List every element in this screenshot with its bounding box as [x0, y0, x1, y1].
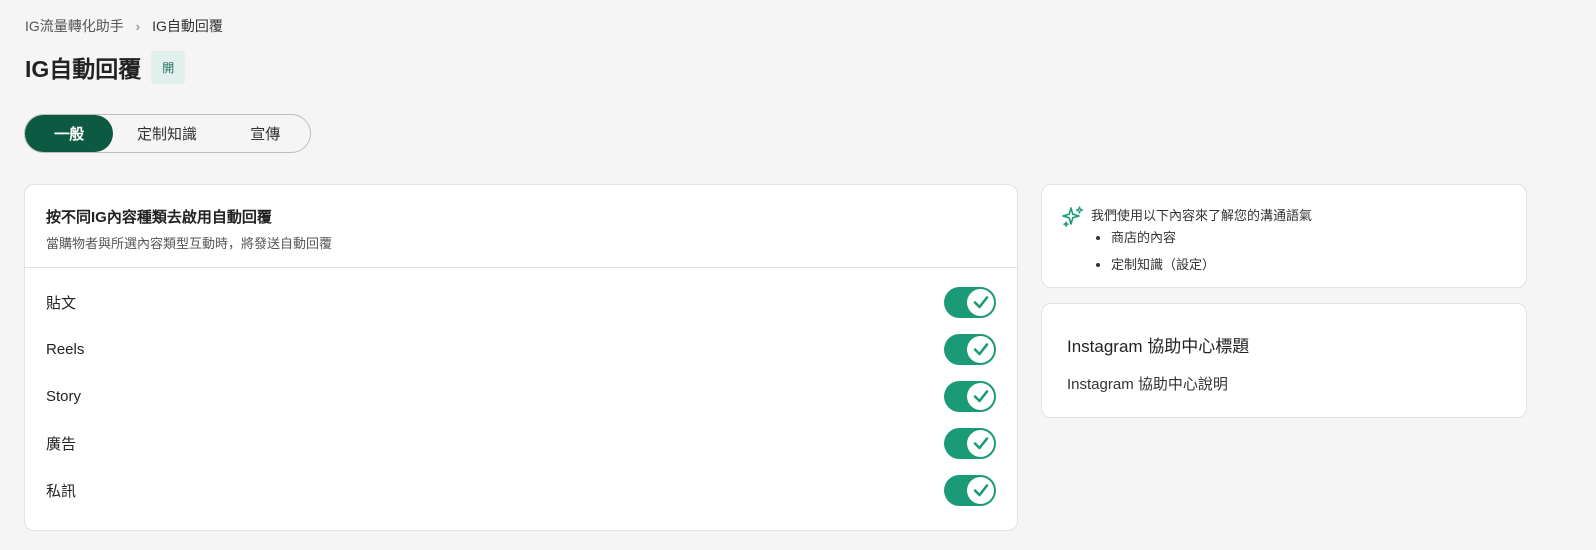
info-list-item[interactable]: 定制知識（設定） [1111, 254, 1312, 273]
breadcrumb: IG流量轉化助手 › IG自動回覆 [25, 16, 223, 36]
toggle-knob [967, 382, 994, 410]
toggle-row-story: Story [46, 380, 996, 412]
toggle-label: 私訊 [46, 482, 77, 500]
toggle-label: Reels [46, 340, 85, 358]
posts-toggle[interactable] [944, 286, 996, 318]
toggle-row-dm: 私訊 [46, 474, 996, 506]
toggle-knob [967, 429, 994, 457]
status-badge: 開 [151, 50, 186, 84]
reels-toggle[interactable] [944, 333, 996, 365]
toggle-knob [967, 476, 994, 504]
breadcrumb-current: IG自動回覆 [152, 18, 223, 34]
toggle-row-ads: 廣告 [46, 427, 996, 459]
card-subtitle: 當購物者與所選內容類型互動時，將發送自動回覆 [46, 236, 333, 251]
story-toggle[interactable] [944, 380, 996, 412]
tab-bar: 一般 定制知識 宣傳 [24, 114, 311, 153]
toggle-label: 貼文 [46, 294, 77, 312]
sparkle-icon [1062, 206, 1084, 227]
help-center-title: Instagram 協助中心標題 [1067, 337, 1250, 356]
info-intro: 我們使用以下內容來了解您的溝通語氣 [1091, 208, 1313, 223]
check-icon [973, 343, 988, 356]
toggle-knob [967, 288, 994, 316]
check-icon [973, 484, 988, 497]
toggle-label: 廣告 [46, 435, 77, 453]
card-header: 按不同IG內容種類去啟用自動回覆 當購物者與所選內容類型互動時，將發送自動回覆 [25, 185, 1017, 268]
toggle-label: Story [46, 387, 82, 405]
help-center-card: Instagram 協助中心標題 Instagram 協助中心說明 [1041, 303, 1527, 418]
breadcrumb-parent-link[interactable]: IG流量轉化助手 [25, 16, 124, 36]
check-icon [973, 390, 988, 403]
info-text: 我們使用以下內容來了解您的溝通語氣 商店的內容 定制知識（設定） [1091, 205, 1312, 281]
page-title: IG自動回覆 [25, 56, 142, 82]
tab-promotion[interactable]: 宣傳 [221, 115, 310, 152]
toggle-row-posts: 貼文 [46, 286, 996, 318]
title-row: IG自動回覆 開 [25, 50, 186, 84]
ads-toggle[interactable] [944, 427, 996, 459]
tab-general[interactable]: 一般 [25, 115, 114, 152]
card-title: 按不同IG內容種類去啟用自動回覆 [46, 209, 272, 226]
toggle-knob [967, 335, 994, 363]
info-inner: 我們使用以下內容來了解您的溝通語氣 商店的內容 定制知識（設定） [1061, 205, 1312, 281]
dm-toggle[interactable] [944, 474, 996, 506]
check-icon [973, 296, 988, 309]
help-center-description: Instagram 協助中心說明 [1067, 376, 1228, 393]
tab-custom-knowledge[interactable]: 定制知識 [113, 115, 220, 152]
check-icon [973, 437, 988, 450]
content-type-card: 按不同IG內容種類去啟用自動回覆 當購物者與所選內容類型互動時，將發送自動回覆 … [24, 184, 1018, 531]
toggle-row-reels: Reels [46, 333, 996, 365]
breadcrumb-separator: › [135, 18, 141, 34]
info-list: 商店的內容 定制知識（設定） [1111, 227, 1312, 273]
tone-info-card: 我們使用以下內容來了解您的溝通語氣 商店的內容 定制知識（設定） [1041, 184, 1527, 288]
info-list-item: 商店的內容 [1111, 227, 1312, 246]
